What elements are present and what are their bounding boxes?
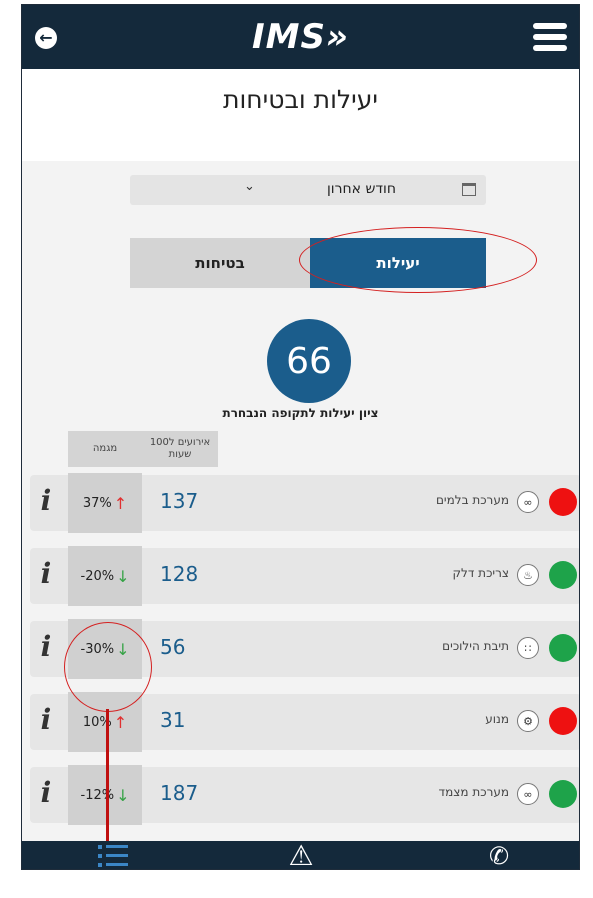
column-header-events-line1: אירועים ל100 (149, 436, 211, 448)
list-item[interactable]: i -20% ↓ 128 צריכת דלק ♨ (30, 546, 579, 606)
list-icon[interactable] (98, 841, 128, 869)
column-header-events: אירועים ל100 שעות (142, 431, 218, 467)
period-select-value: חודש אחרון (326, 181, 396, 197)
gearbox-icon: ∷ (517, 637, 539, 659)
system-name: מערכת בלמים (435, 493, 509, 507)
column-header-events-line2: שעות (168, 449, 192, 460)
phone-icon[interactable]: ✆ (482, 841, 516, 869)
system-name: צריכת דלק (452, 566, 509, 580)
events-value: 128 (160, 562, 199, 586)
engine-icon: ⚙ (517, 710, 539, 732)
trend-cell: -20% ↓ (68, 546, 142, 606)
trend-value: -20% (80, 568, 115, 584)
arrow-down-icon: ↓ (116, 566, 130, 586)
chevron-down-icon: ⌄ (244, 179, 255, 194)
trend-cell: -12% ↓ (68, 765, 142, 825)
arrow-up-icon: ↑ (113, 712, 128, 732)
status-indicator (549, 561, 577, 589)
column-header-trend: מגמה (68, 431, 142, 467)
page-title: יעילות ובטיחות (223, 85, 378, 114)
list-item[interactable]: i -12% ↓ 187 מערכת מצמד ∞ (30, 765, 579, 825)
status-indicator (549, 634, 577, 662)
trend-value: -12% (80, 787, 115, 803)
list-item[interactable]: i 37% ↑ 137 מערכת בלמים ∞ (30, 473, 579, 533)
tab-safety[interactable]: בטיחות (130, 238, 310, 288)
events-value: 137 (160, 489, 199, 513)
annotation-ellipse (299, 227, 537, 293)
info-icon[interactable]: i (34, 560, 58, 588)
warning-icon[interactable]: ⚠ (284, 841, 318, 870)
period-select[interactable]: חודש אחרון ⌄ (130, 175, 486, 205)
status-indicator (549, 488, 577, 516)
events-value: 56 (160, 635, 186, 659)
arrow-up-icon: ↑ (113, 493, 128, 513)
clutch-icon: ∞ (517, 783, 539, 805)
score-label: ציון יעילות לתקופה הנבחרת (222, 406, 379, 420)
annotation-ellipse (64, 622, 152, 712)
system-name: תיבת הילוכים (442, 639, 509, 653)
top-bar: ← IMS» (22, 5, 579, 69)
system-name: מערכת מצמד (438, 785, 509, 799)
status-indicator (549, 780, 577, 808)
ims-logo: IMS» (251, 17, 350, 57)
brakes-icon: ∞ (517, 491, 539, 513)
trend-cell: 37% ↑ (68, 473, 142, 533)
trend-value: 37% (82, 495, 112, 511)
system-name: מנוע (485, 712, 509, 726)
info-icon[interactable]: i (34, 487, 58, 515)
status-indicator (549, 707, 577, 735)
app-frame: ← IMS» יעילות ובטיחות חודש אחרון ⌄ בטיחו… (21, 4, 580, 870)
title-area: יעילות ובטיחות (22, 69, 579, 161)
fuel-icon: ♨ (517, 564, 539, 586)
events-value: 31 (160, 708, 186, 732)
calendar-icon (462, 183, 476, 196)
info-icon[interactable]: i (34, 706, 58, 734)
hamburger-icon[interactable] (533, 23, 567, 53)
column-header-trend-label: מגמה (92, 442, 118, 454)
score-circle: 66 (267, 319, 351, 403)
bottom-nav: ⚠ ✆ (22, 841, 579, 870)
info-icon[interactable]: i (34, 779, 58, 807)
events-value: 187 (160, 781, 199, 805)
info-icon[interactable]: i (34, 633, 58, 661)
arrow-down-icon: ↓ (116, 785, 130, 805)
